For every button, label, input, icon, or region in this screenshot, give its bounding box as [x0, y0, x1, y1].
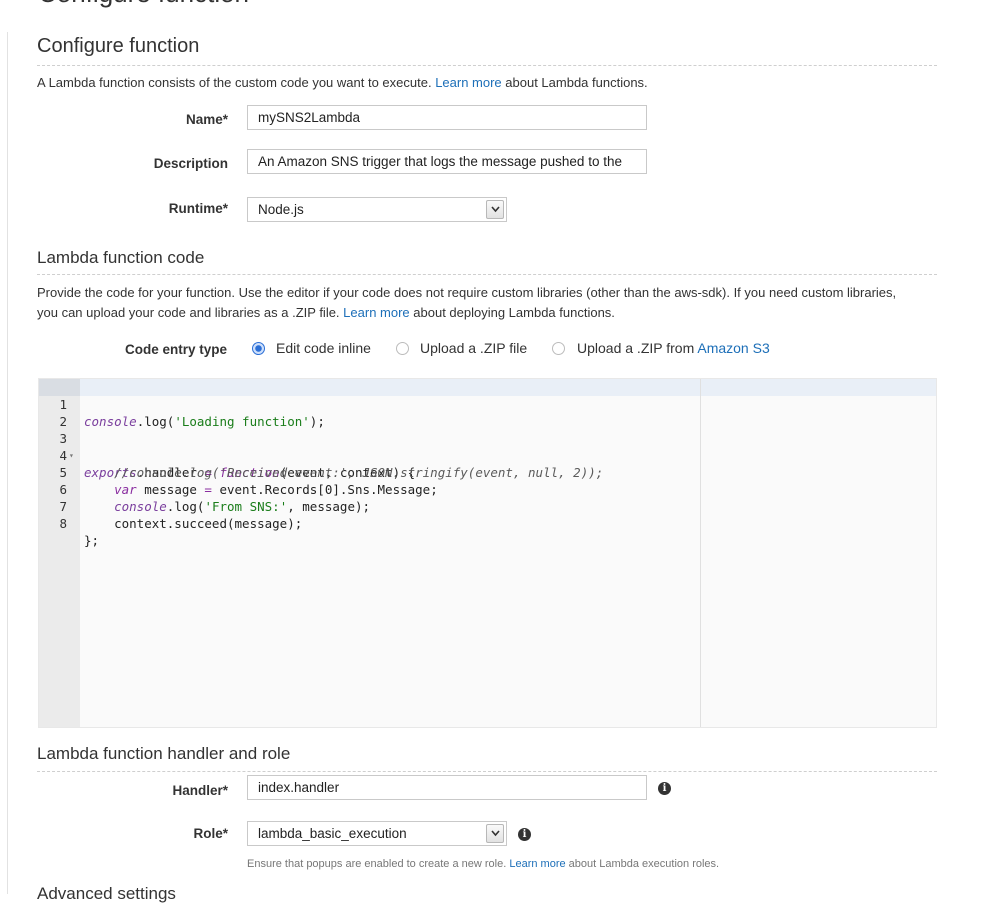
handler-label: Handler* [172, 783, 228, 798]
chevron-down-icon[interactable] [486, 824, 504, 843]
configure-function-title: Configure function [37, 35, 200, 57]
cropped-page-heading: Configure function [38, 0, 249, 9]
runtime-selected-value: Node.js [258, 202, 304, 217]
intro-text: A Lambda function consists of the custom… [37, 75, 436, 90]
section-divider [37, 65, 937, 66]
learn-more-roles-link[interactable]: Learn more [509, 858, 565, 870]
code-editor[interactable]: 1 console.log('Loading function'); 2 3 ▾… [38, 378, 937, 728]
info-icon[interactable]: i [658, 782, 671, 795]
chevron-down-icon[interactable] [486, 200, 504, 219]
code-line[interactable]: 4 //console.log('Received event:', JSON.… [39, 430, 936, 480]
configure-intro: A Lambda function consists of the custom… [37, 73, 937, 93]
section-divider [37, 274, 937, 275]
code-text: }; [84, 533, 100, 548]
code-entry-type-label: Code entry type [124, 342, 227, 357]
edit-inline-label[interactable]: Edit code inline [276, 340, 371, 356]
role-help-prefix: Ensure that popups are enabled to create… [247, 858, 510, 870]
info-icon[interactable]: i [518, 828, 531, 841]
code-entry-type-row: Code entry type Edit code inline Upload … [0, 340, 1000, 362]
radio-upload-zip[interactable] [396, 342, 409, 355]
handler-input[interactable]: index.handler [247, 775, 647, 800]
code-line[interactable]: 8 }; [39, 498, 936, 548]
name-label: Name* [185, 112, 228, 127]
learn-more-deploying-link[interactable]: Learn more [343, 305, 409, 320]
code-line[interactable]: 2 [39, 396, 936, 429]
amazon-s3-link[interactable]: Amazon S3 [697, 340, 769, 356]
role-select[interactable]: lambda_basic_execution [247, 821, 507, 846]
section-divider [37, 771, 937, 772]
left-border [7, 32, 8, 894]
code-line[interactable]: 1 console.log('Loading function'); [39, 379, 936, 429]
runtime-select[interactable]: Node.js [247, 197, 507, 222]
upload-s3-label[interactable]: Upload a .ZIP from Amazon S3 [577, 340, 770, 356]
role-label: Role* [193, 826, 228, 841]
function-code-title: Lambda function code [37, 248, 205, 267]
role-help-text: Ensure that popups are enabled to create… [247, 858, 719, 870]
code-line[interactable]: 5 var message = event.Records[0].Sns.Mes… [39, 447, 936, 497]
name-input[interactable]: mySNS2Lambda [247, 105, 647, 130]
code-text: context.succeed(message); [84, 516, 303, 531]
code-line[interactable]: 6 console.log('From SNS:', message); [39, 464, 936, 514]
upload-s3-text: Upload a .ZIP from [577, 340, 698, 356]
description-input[interactable]: An Amazon SNS trigger that logs the mess… [247, 149, 647, 174]
code-line[interactable]: 7 context.succeed(message); [39, 481, 936, 531]
radio-edit-inline[interactable] [252, 342, 265, 355]
code-line[interactable]: 3 ▾ exports.handler = function(event, co… [39, 413, 936, 480]
intro-text-end: about Lambda functions. [501, 75, 648, 90]
handler-role-title: Lambda function handler and role [37, 744, 291, 763]
radio-upload-s3[interactable] [552, 342, 565, 355]
role-selected-value: lambda_basic_execution [258, 826, 407, 841]
code-intro-text-end: about deploying Lambda functions. [409, 305, 615, 320]
line-number: 8 [59, 516, 67, 531]
description-label: Description [153, 156, 228, 171]
role-help-suffix: about Lambda execution roles. [565, 858, 720, 870]
upload-zip-label[interactable]: Upload a .ZIP file [420, 340, 527, 356]
advanced-settings-title: Advanced settings [37, 884, 176, 903]
runtime-label: Runtime* [168, 201, 228, 216]
code-intro: Provide the code for your function. Use … [37, 283, 917, 323]
learn-more-lambda-link[interactable]: Learn more [435, 75, 501, 90]
